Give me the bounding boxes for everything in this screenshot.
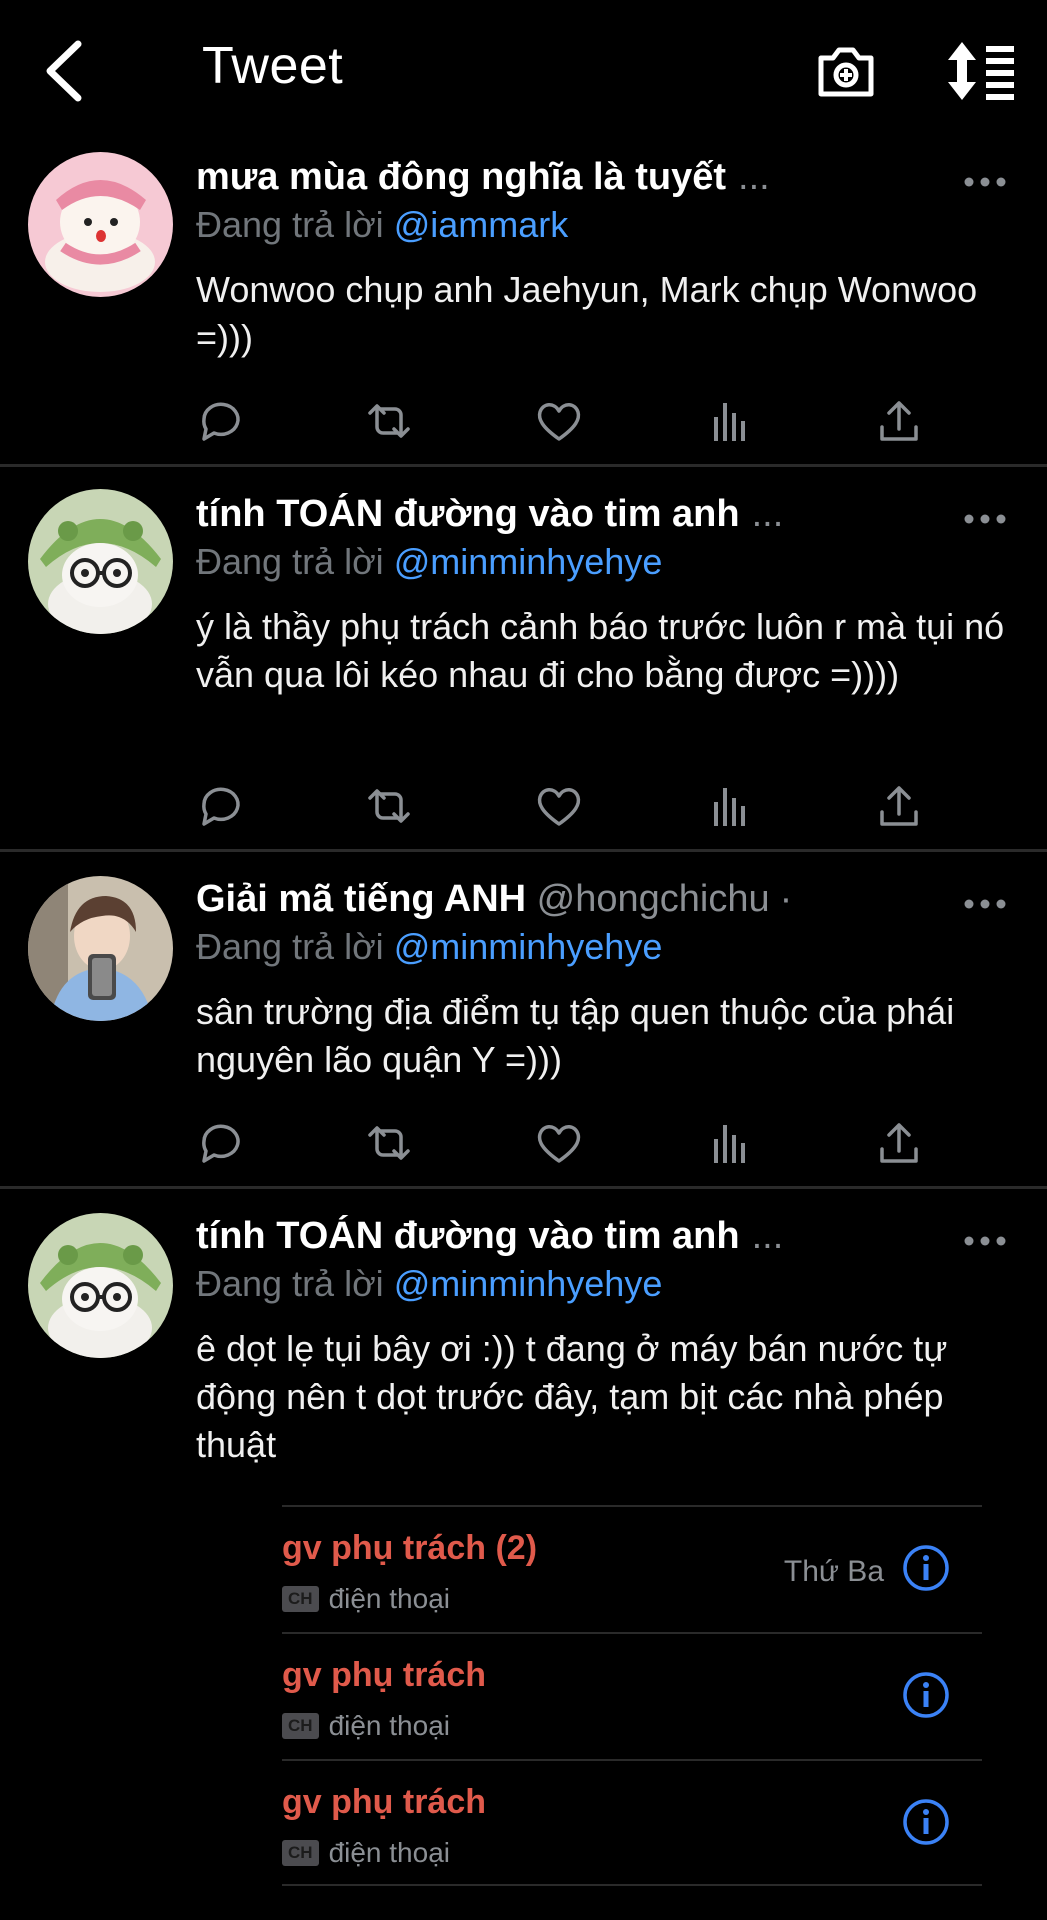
contact-subtitle: CH điện thoại — [282, 1837, 450, 1869]
more-options-icon[interactable] — [963, 172, 1007, 192]
retweet-icon[interactable] — [364, 1119, 414, 1167]
display-name[interactable]: mưa mùa đông nghĩa là tuyết — [196, 156, 726, 198]
call-log-row[interactable]: gv phụ trách CH điện thoại — [282, 1632, 982, 1759]
more-options-icon[interactable] — [963, 1231, 1007, 1251]
analytics-bar-icon[interactable] — [704, 397, 754, 445]
tweet-header: tính TOÁN đường vào tim anh... — [196, 493, 927, 536]
tweet-actions — [196, 782, 936, 830]
reply-icon[interactable] — [196, 397, 246, 445]
tweet-text: Wonwoo chụp anh Jaehyun, Mark chụp Wonwo… — [196, 269, 978, 358]
sort-list-icon[interactable] — [944, 40, 1016, 102]
contact-name: gv phụ trách (2) — [282, 1529, 538, 1567]
more-options-icon[interactable] — [963, 894, 1007, 914]
share-icon[interactable] — [874, 782, 924, 830]
tweet-text: sân trường địa điểm tụ tập quen thuộc củ… — [196, 991, 955, 1080]
reply-icon[interactable] — [196, 1119, 246, 1167]
avatar[interactable] — [28, 152, 173, 297]
author-handle[interactable]: @hongchichu — [537, 878, 770, 920]
tweet-card[interactable]: tính TOÁN đường vào tim anh... Đang trả … — [0, 467, 1047, 852]
more-options-icon[interactable] — [963, 509, 1007, 529]
call-type: điện thoại — [328, 1837, 450, 1868]
call-type: điện thoại — [328, 1710, 450, 1741]
reply-handle-link[interactable]: @minminhyehye — [394, 541, 663, 582]
info-icon[interactable] — [902, 1798, 950, 1846]
tweet-card[interactable]: mưa mùa đông nghĩa là tuyết... Đang trả … — [0, 140, 1047, 467]
contact-subtitle: CH điện thoại — [282, 1583, 450, 1615]
reply-icon[interactable] — [196, 782, 246, 830]
avatar[interactable] — [28, 1213, 173, 1358]
tweet-text: ý là thầy phụ trách cảnh báo trước luôn … — [196, 606, 1005, 695]
add-photo-camera-icon[interactable] — [815, 40, 877, 102]
sim-badge: CH — [282, 1586, 319, 1612]
analytics-bar-icon[interactable] — [704, 782, 754, 830]
reply-handle-link[interactable]: @minminhyehye — [394, 1263, 663, 1304]
display-name[interactable]: tính TOÁN đường vào tim anh — [196, 493, 740, 535]
call-date: Thứ Ba — [783, 1555, 884, 1588]
reply-prefix: Đang trả lời — [196, 204, 384, 245]
like-heart-icon[interactable] — [534, 1119, 584, 1167]
retweet-icon[interactable] — [364, 397, 414, 445]
call-log-row[interactable]: gv phụ trách CH điện thoại — [282, 1759, 982, 1886]
retweet-icon[interactable] — [364, 782, 414, 830]
info-icon[interactable] — [902, 1671, 950, 1719]
reply-prefix: Đang trả lời — [196, 1263, 384, 1304]
tweet-text: ê dọt lẹ tụi bây ơi :)) t đang ở máy bán… — [196, 1328, 948, 1465]
call-log-row[interactable]: gv phụ trách (2) CH điện thoại Thứ Ba — [282, 1505, 982, 1632]
back-chevron-icon[interactable] — [40, 38, 90, 104]
tweet-actions — [196, 397, 936, 445]
reply-prefix: Đang trả lời — [196, 926, 384, 967]
tweet-actions — [196, 1119, 936, 1167]
contact-name: gv phụ trách — [282, 1783, 487, 1821]
tweet-header: Giải mã tiếng ANH @hongchichu · — [196, 878, 927, 921]
share-icon[interactable] — [874, 397, 924, 445]
reply-handle-link[interactable]: @minminhyehye — [394, 926, 663, 967]
tweet-header: mưa mùa đông nghĩa là tuyết... — [196, 156, 927, 199]
tweet-card[interactable]: Giải mã tiếng ANH @hongchichu · Đang trả … — [0, 852, 1047, 1189]
call-type: điện thoại — [328, 1583, 450, 1614]
avatar[interactable] — [28, 489, 173, 634]
sim-badge: CH — [282, 1713, 319, 1739]
reply-context: Đang trả lời @minminhyehye — [196, 1263, 662, 1305]
like-heart-icon[interactable] — [534, 397, 584, 445]
separator-dot: · — [779, 878, 793, 920]
display-name[interactable]: Giải mã tiếng ANH — [196, 878, 526, 920]
reply-context: Đang trả lời @iammark — [196, 204, 568, 246]
share-icon[interactable] — [874, 1119, 924, 1167]
analytics-bar-icon[interactable] — [704, 1119, 754, 1167]
contact-name: gv phụ trách — [282, 1656, 487, 1694]
reply-prefix: Đang trả lời — [196, 541, 384, 582]
contact-subtitle: CH điện thoại — [282, 1710, 450, 1742]
reply-context: Đang trả lời @minminhyehye — [196, 541, 662, 583]
name-truncation: ... — [738, 156, 770, 198]
top-bar: Tweet — [0, 0, 1047, 140]
sim-badge: CH — [282, 1840, 319, 1866]
page-title: Tweet — [202, 37, 344, 95]
like-heart-icon[interactable] — [534, 782, 584, 830]
avatar[interactable] — [28, 876, 173, 1021]
tweet-header: tính TOÁN đường vào tim anh... — [196, 1215, 927, 1258]
name-truncation: ... — [751, 493, 784, 535]
display-name[interactable]: tính TOÁN đường vào tim anh — [196, 1215, 740, 1257]
reply-handle-link[interactable]: @iammark — [394, 204, 569, 245]
reply-context: Đang trả lời @minminhyehye — [196, 926, 662, 968]
embedded-call-log: gv phụ trách (2) CH điện thoại Thứ Ba gv… — [282, 1505, 982, 1886]
name-truncation: ... — [751, 1215, 784, 1257]
info-icon[interactable] — [902, 1544, 950, 1592]
